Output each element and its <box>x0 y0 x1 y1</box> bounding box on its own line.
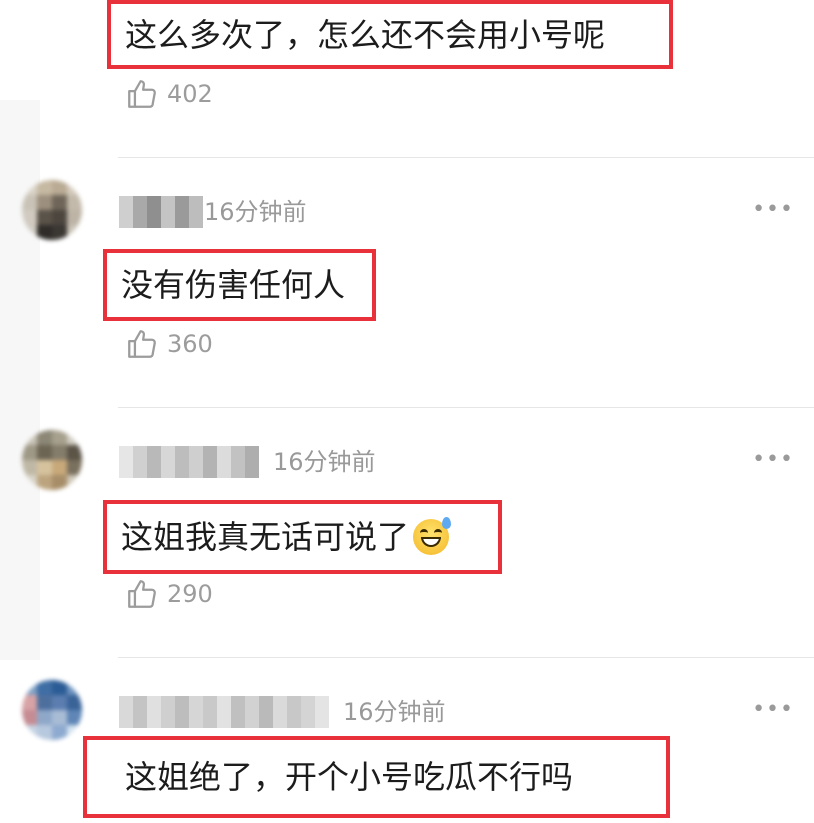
avatar[interactable] <box>22 180 82 240</box>
username-blurred[interactable] <box>119 196 203 228</box>
username-blurred[interactable] <box>119 446 259 478</box>
thumbs-up-icon <box>128 580 156 608</box>
divider <box>118 657 814 658</box>
grinning-sweat-emoji <box>413 517 452 555</box>
more-dots-icon[interactable]: ••• <box>752 449 794 471</box>
comment-text-highlight: 这姐绝了，开个小号吃瓜不行吗 <box>83 736 670 818</box>
like-button[interactable]: 360 <box>125 327 213 361</box>
comment-text-highlight: 没有伤害任何人 <box>103 249 376 321</box>
like-button[interactable]: 402 <box>125 77 213 111</box>
comment-text: 这么多次了，怎么还不会用小号呢 <box>125 15 606 54</box>
like-count: 290 <box>167 580 213 608</box>
thumbs-up-icon <box>128 330 156 358</box>
comment-text-highlight: 这姐我真无话可说了 <box>103 500 502 574</box>
timestamp: 16分钟前 <box>343 698 446 726</box>
timestamp: 16分钟前 <box>204 198 307 226</box>
comment-text: 这姐绝了，开个小号吃瓜不行吗 <box>125 758 574 796</box>
timestamp: 16分钟前 <box>273 448 376 476</box>
comment-text: 这姐我真无话可说了 <box>121 518 410 556</box>
more-dots-icon[interactable]: ••• <box>752 199 794 221</box>
more-dots-icon[interactable]: ••• <box>752 699 794 721</box>
username-blurred[interactable] <box>119 696 329 728</box>
like-button[interactable]: 290 <box>125 577 213 611</box>
thumbs-up-icon <box>128 80 156 108</box>
avatar[interactable] <box>22 430 82 490</box>
avatar[interactable] <box>22 680 82 740</box>
like-count: 402 <box>167 80 213 108</box>
divider <box>118 407 814 408</box>
comment-text-highlight: 这么多次了，怎么还不会用小号呢 <box>107 0 673 69</box>
like-count: 360 <box>167 330 213 358</box>
comment-text: 没有伤害任何人 <box>121 266 346 304</box>
divider <box>118 157 814 158</box>
